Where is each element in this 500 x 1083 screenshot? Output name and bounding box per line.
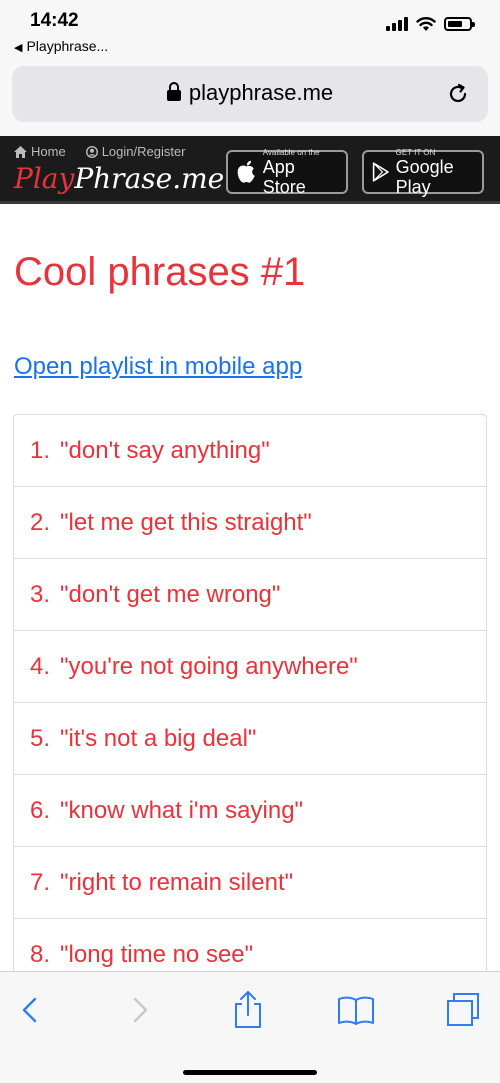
site-logo[interactable]: PlayPhrase.me [14,162,224,195]
phrase-text: "don't get me wrong" [60,580,281,608]
url-text: playphrase.me [188,80,334,105]
phrase-item-2[interactable]: 2. "let me get this straight" [14,487,486,559]
bookmarks-icon[interactable] [336,990,376,1030]
phrase-text: "right to remain silent" [60,868,294,896]
google-play-small-text: GET IT ON [395,147,436,157]
browser-toolbar [0,971,500,1083]
open-in-app-link[interactable]: Open playlist in mobile app [14,353,302,381]
back-to-app-link[interactable]: ◀ Playphrase... [14,38,108,54]
wifi-icon [416,17,436,31]
phrase-item-6[interactable]: 6. "know what i'm saying" [14,775,486,847]
phrase-item-3[interactable]: 3. "don't get me wrong" [14,559,486,631]
phrase-number: 3. [30,580,51,608]
home-indicator [183,1070,317,1075]
status-time: 14:42 [30,10,79,31]
phrase-item-4[interactable]: 4. "you're not going anywhere" [14,631,486,703]
phrase-item-7[interactable]: 7. "right to remain silent" [14,847,486,919]
phrase-number: 1. [30,436,51,464]
lock-icon [166,82,181,102]
address-bar[interactable]: playphrase.me [12,66,488,122]
phrase-text: "it's not a big deal" [60,724,257,752]
phrase-number: 5. [30,724,51,752]
user-icon [85,145,98,158]
play-store-icon [372,162,389,182]
nav-home-link[interactable]: Home [14,144,66,159]
app-store-big-text: App Store [262,156,306,197]
phrase-item-5[interactable]: 5. "it's not a big deal" [14,703,486,775]
site-header: Home Login/Register PlayPhrase.me Availa… [0,136,500,204]
nav-home-label: Home [31,144,66,159]
back-app-label: Playphrase... [26,38,109,54]
share-icon[interactable] [228,990,268,1030]
forward-icon [133,997,148,1023]
phrase-text: "don't say anything" [60,436,270,464]
logo-play: Play [14,162,75,195]
battery-icon [444,17,475,31]
app-store-button[interactable]: Available on the App Store [226,147,348,197]
tabs-icon[interactable] [443,990,483,1030]
back-triangle-icon: ◀ [14,42,23,54]
phrase-list: 1. "don't say anything" 2. "let me get thi… [13,414,487,991]
phrase-number: 4. [30,652,51,680]
status-bar: 14:42 ◀ Playphrase... [0,0,500,60]
google-play-button[interactable]: GET IT ON Google Play [362,147,484,197]
app-store-small-text: Available on the [262,147,320,157]
reload-icon[interactable] [446,82,470,106]
phrase-number: 2. [30,508,51,536]
google-play-big-text: Google Play [395,156,454,197]
page-title: Cool phrases #1 [14,250,306,294]
phrase-number: 8. [30,940,51,968]
cellular-signal-icon [386,17,408,31]
nav-login-link[interactable]: Login/Register [85,144,186,159]
top-nav: Home Login/Register [14,144,186,159]
phrase-text: "you're not going anywhere" [60,652,358,680]
back-icon[interactable] [10,990,50,1030]
phrase-number: 7. [30,868,51,896]
nav-login-label: Login/Register [101,144,186,159]
logo-phrase: Phrase.me [74,162,225,195]
home-icon [14,145,27,158]
apple-icon [237,160,255,183]
phrase-number: 6. [30,796,51,824]
browser-url-area: playphrase.me [0,60,500,136]
phrase-text: "know what i'm saying" [60,796,304,824]
status-icons [386,16,475,32]
phrase-text: "long time no see" [60,940,254,968]
phrase-item-1[interactable]: 1. "don't say anything" [14,415,486,487]
phrase-text: "let me get this straight" [60,508,312,536]
